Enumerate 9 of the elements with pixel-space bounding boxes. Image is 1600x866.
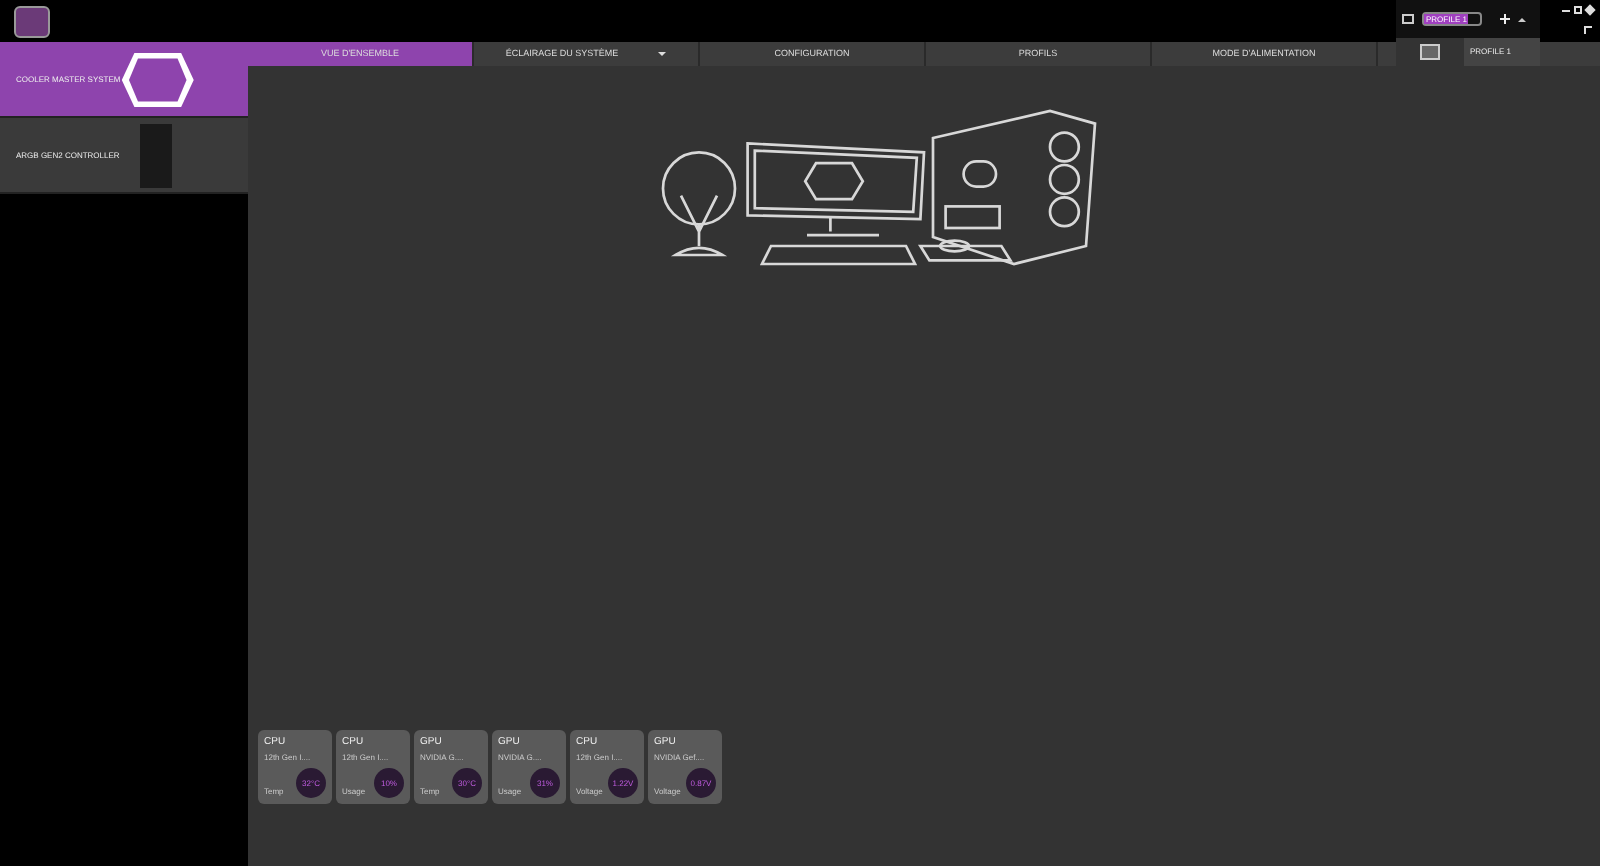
image-icon[interactable] bbox=[1402, 14, 1414, 24]
app-logo-icon[interactable] bbox=[14, 5, 50, 37]
add-icon[interactable] bbox=[1500, 14, 1510, 24]
collapse-caret-icon[interactable] bbox=[1518, 17, 1526, 21]
caret-icon bbox=[658, 52, 667, 56]
controller-device-icon bbox=[140, 123, 172, 187]
restore-icon[interactable] bbox=[1574, 6, 1582, 14]
minimize-icon[interactable] bbox=[1562, 9, 1570, 11]
pin-icon[interactable] bbox=[1584, 26, 1592, 34]
